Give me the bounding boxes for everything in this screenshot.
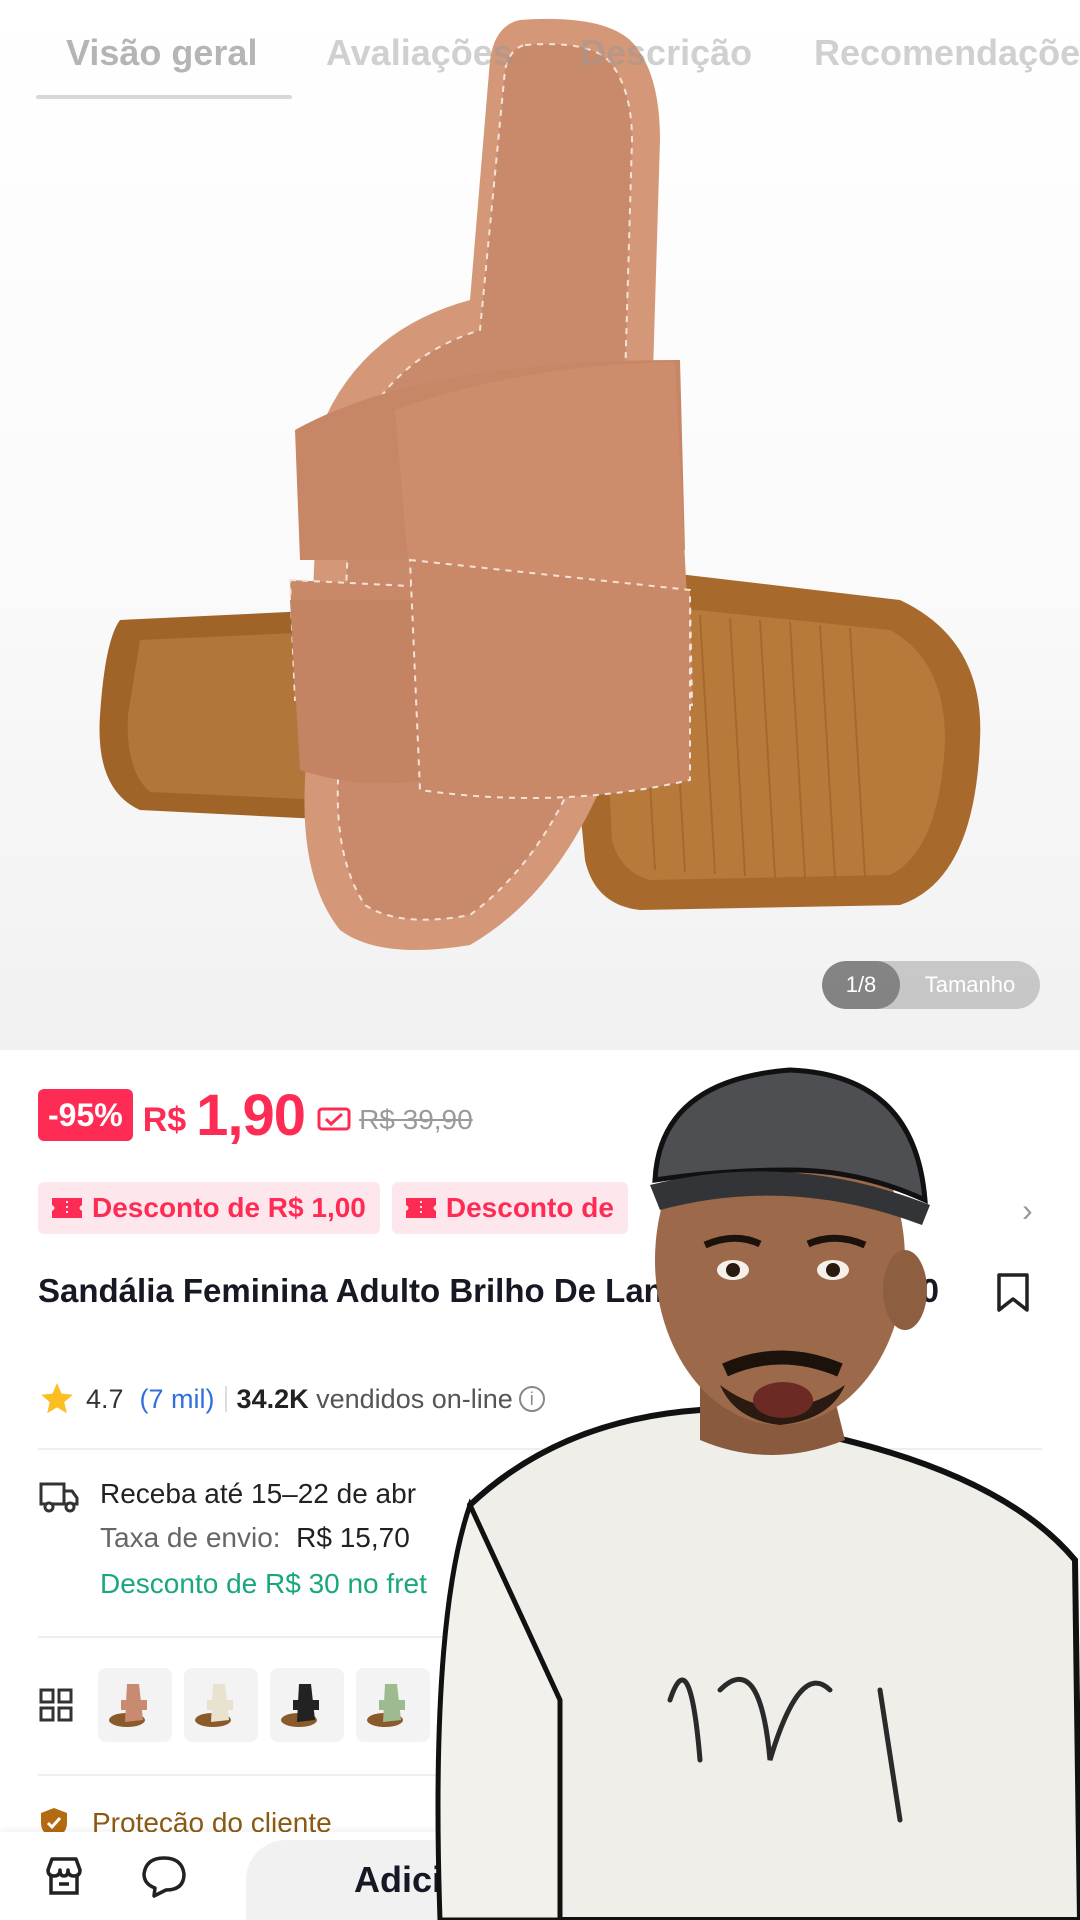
shipping-fee-value: R$ 15,70 <box>296 1522 410 1553</box>
variant-thumbnail[interactable] <box>442 1668 516 1742</box>
image-counter: 1/8 <box>822 961 900 1009</box>
coupon-icon <box>317 1107 351 1131</box>
truck-icon <box>39 1482 79 1513</box>
coupon-chip[interactable]: Desconto de <box>391 1182 628 1234</box>
product-gallery[interactable]: Visão geral Avaliações Descrição Recomen… <box>0 0 1080 1050</box>
coupon-label: Desconto de <box>445 1192 614 1223</box>
add-to-cart-button[interactable]: Adicionar ao carrinho <box>246 1840 546 1920</box>
tab-active-indicator <box>36 95 292 99</box>
variant-selector <box>38 1668 528 1742</box>
variant-thumbnail[interactable] <box>98 1668 172 1742</box>
variant-thumbnail[interactable] <box>184 1668 258 1742</box>
bottom-action-bar: Adicionar ao carrinho <box>0 1832 1080 1920</box>
sold-label: vendidos on-line <box>316 1383 513 1414</box>
shipping-fee-label: Taxa de envio: <box>100 1522 281 1553</box>
price-row: -95% R$ 1,90 R$ 39,90 <box>38 1083 473 1148</box>
tab-reviews[interactable]: Avaliações <box>326 32 513 74</box>
rating-row: 4.7 (7 mil) 34.2K vendidos on-line i <box>38 1380 545 1418</box>
tab-recommendations[interactable]: Recomendações <box>814 32 1080 74</box>
variant-thumbnail[interactable] <box>270 1668 344 1742</box>
chevron-right-icon[interactable]: › <box>1022 1192 1033 1229</box>
ticket-icon <box>52 1198 82 1218</box>
divider <box>38 1774 1042 1776</box>
shipping-discount: Desconto de R$ 30 no fret <box>100 1568 427 1599</box>
ticket-icon <box>405 1198 436 1218</box>
variant-thumbnail[interactable] <box>356 1668 430 1742</box>
price-currency: R$ <box>142 1100 187 1139</box>
size-guide-link[interactable]: Tamanho <box>900 972 1040 998</box>
product-image <box>99 18 981 950</box>
coupon-row: Desconto de R$ 1,00 Desconto de <box>38 1182 640 1234</box>
tab-overview[interactable]: Visão geral <box>66 32 257 74</box>
divider <box>38 1636 1042 1638</box>
grid-icon[interactable] <box>38 1687 74 1723</box>
gallery-counter[interactable]: 1/8 Tamanho <box>822 961 1040 1009</box>
rating-score: 4.7 <box>86 1383 124 1414</box>
sold-count: 34.2K <box>236 1383 309 1414</box>
sold-info: 34.2K vendidos on-line <box>237 1384 513 1415</box>
original-price: R$ 39,90 <box>359 1104 473 1135</box>
coupon-chip[interactable]: Desconto de R$ 1,00 <box>38 1182 380 1234</box>
price-value: 1,90 <box>196 1082 306 1148</box>
star-icon <box>41 1383 73 1414</box>
tab-description[interactable]: Descrição <box>580 32 752 74</box>
product-title: Sandália Feminina Adulto Brilho De Lança… <box>38 1272 939 1309</box>
bookmark-icon[interactable] <box>996 1272 1030 1314</box>
divider <box>224 1386 227 1412</box>
coupon-label: Desconto de R$ 1,00 <box>92 1192 366 1223</box>
delivery-estimate: Receba até 15–22 de abr <box>100 1478 417 1509</box>
discount-badge: -95% <box>38 1089 133 1141</box>
reviews-link[interactable]: (7 mil) <box>140 1384 215 1415</box>
tab-bar: Visão geral Avaliações Descrição Recomen… <box>0 0 1080 100</box>
shipping-fee: Taxa de envio: R$ 15,70 <box>100 1522 410 1554</box>
shop-icon[interactable] <box>42 1854 86 1898</box>
chat-icon[interactable] <box>140 1854 188 1898</box>
info-icon[interactable]: i <box>518 1386 545 1412</box>
divider <box>38 1448 1042 1450</box>
